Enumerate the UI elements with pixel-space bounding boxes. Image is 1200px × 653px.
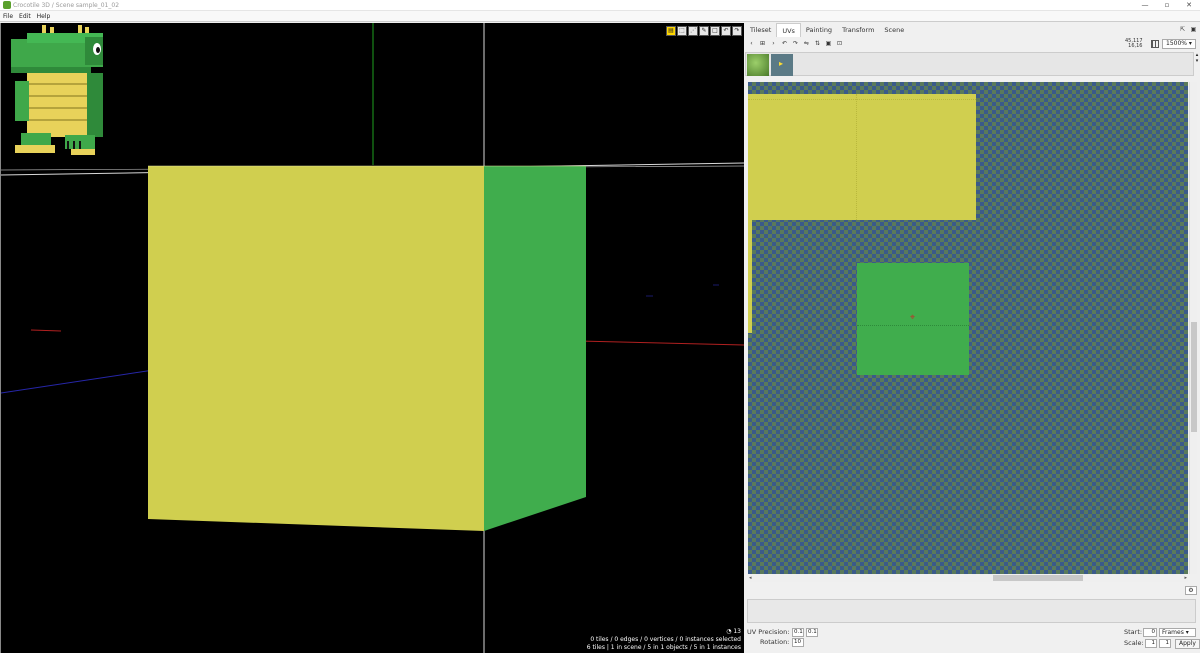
uv-panel: Tileset UVs Painting Transform Scene ⇱ ▣… <box>745 23 1200 653</box>
scroll-left-icon[interactable]: ◂ <box>749 574 752 582</box>
cursor-coords: 45,117 16,16 <box>1125 39 1143 49</box>
draw-tool-icon[interactable]: ▤ <box>666 26 676 36</box>
uv-settings-icon[interactable]: ⚙ <box>1185 586 1197 595</box>
status-line-scene: 6 tiles | 1 in scene / 5 in 1 objects / … <box>586 644 741 651</box>
tab-painting[interactable]: Painting <box>801 23 837 37</box>
tab-scene[interactable]: Scene <box>879 23 909 37</box>
uv-seam-line <box>748 99 976 100</box>
tab-tileset[interactable]: Tileset <box>745 23 776 37</box>
scale-label: Scale: <box>1124 639 1144 647</box>
edge-tool-icon[interactable]: ✎ <box>699 26 709 36</box>
scrollbar-thumb[interactable] <box>993 575 1083 581</box>
apply-button[interactable]: Apply <box>1175 639 1200 649</box>
tileset-thumbnail-grass[interactable] <box>747 54 769 76</box>
tab-uvs[interactable]: UVs <box>776 23 801 37</box>
uv-toolbar: ‹ ⊞ › ↶ ↷ ⇋ ⇅ ▣ ⊡ <box>747 39 844 49</box>
uv-yellow-strip[interactable] <box>748 220 752 333</box>
uv-yellow-face[interactable] <box>748 94 976 220</box>
uv-horizontal-scrollbar[interactable]: ◂ ▸ <box>748 574 1188 582</box>
panel-expand-icon[interactable]: ▣ <box>1189 25 1198 34</box>
uv-editor-canvas[interactable]: ⌖ <box>748 82 1188 574</box>
panel-window-icons: ⇱ ▣ <box>1178 25 1198 34</box>
flip-vertical-icon[interactable]: ⇅ <box>813 39 822 48</box>
status-line-selected: 0 tiles / 0 edges / 0 vertices / 0 insta… <box>590 636 741 643</box>
undo-icon[interactable]: ↶ <box>721 26 731 36</box>
redo-icon[interactable]: ↷ <box>732 26 742 36</box>
fit-icon[interactable]: ⊡ <box>835 39 844 48</box>
zoom-select[interactable]: 1500% ▾ <box>1162 39 1196 49</box>
menu-help[interactable]: Help <box>34 11 54 22</box>
scrollbar-thumb[interactable] <box>1191 322 1197 432</box>
red-axis-line-left <box>30 329 62 332</box>
restore-icon[interactable]: ▫ <box>1156 0 1178 11</box>
rotate-right-icon[interactable]: ↷ <box>791 39 800 48</box>
panel-tabs: Tileset UVs Painting Transform Scene <box>745 23 1200 37</box>
uv-pivot-icon[interactable]: ⌖ <box>908 314 917 323</box>
app-logo-icon <box>3 1 11 9</box>
title-bar: Crocotile 3D / Scene sample_01_02 — ▫ ✕ <box>0 0 1200 11</box>
menu-bar: File Edit Help <box>0 11 1200 22</box>
prev-arrow-icon[interactable]: ‹ <box>747 39 756 48</box>
selection-status: 0 tiles / 0 edges / 0 vertices / 0 insta… <box>587 636 741 652</box>
strip-scroll-icon[interactable]: ▴ ▾ <box>1194 52 1200 76</box>
start-label: Start: <box>1124 628 1143 636</box>
minimize-icon[interactable]: — <box>1134 0 1156 11</box>
scene-canvas[interactable] <box>1 23 744 653</box>
flip-horizontal-icon[interactable]: ⇋ <box>802 39 811 48</box>
uv-seam-line <box>857 325 969 326</box>
scale-y-input[interactable]: 1 <box>1159 639 1171 648</box>
next-arrow-icon[interactable]: › <box>769 39 778 48</box>
coords-tile-size: 16,16 <box>1128 43 1143 49</box>
uv-precision-y-input[interactable]: 0.1 <box>806 628 818 637</box>
cube-side-face <box>484 166 586 531</box>
uv-green-face[interactable]: ⌖ <box>857 263 969 375</box>
tileset-strip[interactable] <box>745 52 1194 76</box>
box-tool-icon[interactable]: □ <box>710 26 720 36</box>
window-title: Crocotile 3D / Scene sample_01_02 <box>13 2 120 9</box>
menu-edit[interactable]: Edit <box>16 11 34 22</box>
cube-front-face <box>148 166 484 531</box>
scale-x-input[interactable]: 1 <box>1145 639 1157 648</box>
uv-vertical-scrollbar[interactable] <box>1189 82 1197 574</box>
uv-properties: UV Precision: 0.1 0.1 Rotation: 10 Start… <box>745 627 1200 653</box>
uv-seam-line <box>856 94 857 220</box>
fps-counter: ◔ 13 <box>726 628 741 635</box>
viewport-toolbar: ▤ ⬚ ⋰ ✎ □ ↶ ↷ <box>666 26 742 36</box>
vertex-tool-icon[interactable]: ⋰ <box>688 26 698 36</box>
panel-undock-icon[interactable]: ⇱ <box>1178 25 1187 34</box>
fill-icon[interactable]: ▣ <box>824 39 833 48</box>
crocodile-mascot-logo <box>11 25 103 155</box>
tab-transform[interactable]: Transform <box>837 23 879 37</box>
3d-viewport[interactable]: ▤ ⬚ ⋰ ✎ □ ↶ ↷ ◔ 13 0 tiles / 0 edges / 0… <box>0 23 744 653</box>
close-icon[interactable]: ✕ <box>1178 0 1200 11</box>
uv-info-area <box>747 599 1196 623</box>
rotation-input[interactable]: 10 <box>792 638 804 647</box>
grid-toggle-icon[interactable] <box>1151 40 1159 48</box>
select-tool-icon[interactable]: ⬚ <box>677 26 687 36</box>
rotate-left-icon[interactable]: ↶ <box>780 39 789 48</box>
frames-select[interactable]: Frames ▾ <box>1159 628 1196 637</box>
grid-snap-icon[interactable]: ⊞ <box>758 39 767 48</box>
menu-file[interactable]: File <box>0 11 16 22</box>
scroll-right-icon[interactable]: ▸ <box>1184 574 1187 582</box>
tileset-thumbnail-add[interactable] <box>771 54 793 76</box>
start-input[interactable]: 0 <box>1143 628 1157 637</box>
rotation-label: Rotation: <box>760 638 790 646</box>
uv-precision-label: UV Precision: <box>747 628 790 636</box>
uv-precision-x-input[interactable]: 0.1 <box>792 628 804 637</box>
